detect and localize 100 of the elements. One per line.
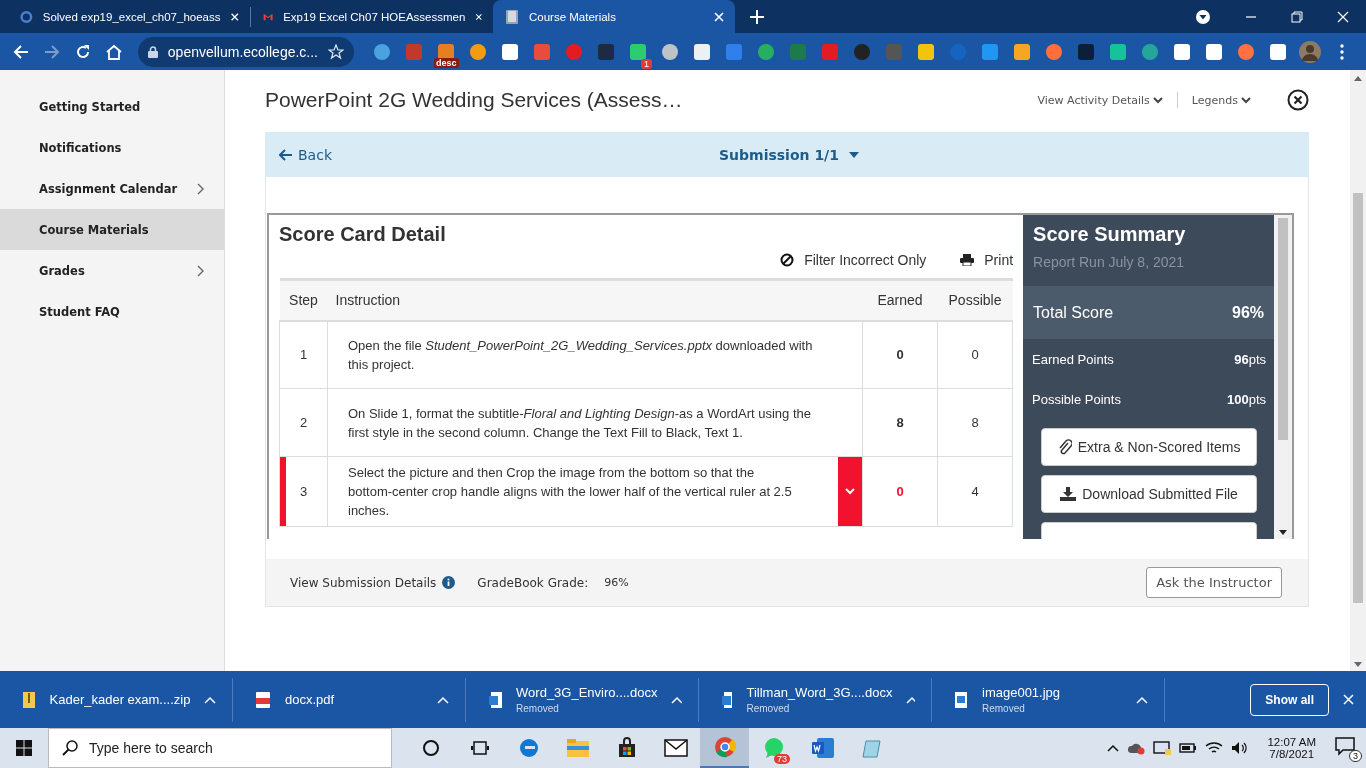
clock[interactable]: 12:07 AM 7/8/2021 bbox=[1267, 736, 1316, 760]
notification-badge: 73 bbox=[774, 754, 790, 764]
dropdown-link[interactable]: Legends bbox=[1191, 93, 1251, 107]
word-file-icon bbox=[488, 690, 503, 709]
instruction-text: On Slide 1, format the subtitle-Floral and Lighting Design-as a WordArt using the first style in the second column. Change the Text Fill to Black, Text 1. bbox=[348, 404, 812, 442]
sidebar-item[interactable]: Student FAQ bbox=[0, 291, 224, 332]
folder-icon bbox=[565, 738, 590, 758]
star-icon[interactable] bbox=[328, 43, 344, 60]
dropdown-link[interactable]: View Activity Details bbox=[1037, 93, 1163, 107]
extension-icon[interactable] bbox=[693, 42, 711, 61]
summary-button[interactable]: Download Submitted File bbox=[1041, 475, 1258, 513]
details-link[interactable]: View Submission Details bbox=[290, 575, 437, 590]
sidebar-item[interactable]: Grades bbox=[0, 250, 224, 291]
browser-tab[interactable]: Course Materials bbox=[493, 0, 735, 33]
extension-icon[interactable] bbox=[661, 42, 679, 61]
download-item[interactable]: Tillman_Word_3G....docx Removed bbox=[699, 677, 932, 722]
table-cell: 1 bbox=[279, 320, 328, 389]
grade-value: 96% bbox=[604, 576, 629, 590]
extension-icon[interactable] bbox=[501, 42, 519, 61]
browser-tab[interactable]: Exp19 Excel Ch07 HOEAssessmen bbox=[251, 0, 493, 33]
scroll-down-icon[interactable] bbox=[1279, 530, 1288, 536]
extension-icon[interactable] bbox=[469, 42, 487, 61]
battery-icon[interactable] bbox=[1179, 742, 1198, 754]
extension-badge: 1 bbox=[641, 58, 652, 69]
download-item[interactable]: Kader_kader exam....zip bbox=[0, 677, 233, 722]
download-item[interactable]: docx.pdf bbox=[233, 677, 466, 722]
word-file-icon bbox=[721, 690, 733, 709]
column-header: Step bbox=[279, 279, 328, 321]
notepad-icon bbox=[860, 737, 883, 759]
submission-dropdown[interactable]: Submission 1/1 bbox=[719, 146, 859, 163]
book-icon bbox=[505, 8, 519, 25]
home-icon[interactable] bbox=[105, 43, 124, 60]
browser-tab[interactable]: Solved exp19_excel_ch07_hoeass bbox=[8, 0, 250, 33]
extension-icon[interactable] bbox=[1013, 42, 1031, 61]
points-label: Possible Points bbox=[1032, 391, 1121, 407]
sidebar-item[interactable]: Course Materials bbox=[0, 209, 224, 250]
table-cell: 8 bbox=[862, 388, 938, 457]
monitor-icon[interactable] bbox=[1153, 740, 1172, 756]
report-date: Report Run July 8, 2021 bbox=[1032, 253, 1186, 272]
notification-count: 3 bbox=[1349, 750, 1362, 762]
sidebar-item[interactable]: Notifications bbox=[0, 127, 224, 168]
extension-icon[interactable] bbox=[1173, 42, 1191, 61]
restore-icon[interactable] bbox=[1291, 10, 1303, 23]
reload-icon[interactable] bbox=[75, 43, 92, 60]
extension-icon[interactable] bbox=[1269, 42, 1287, 61]
extension-icon[interactable] bbox=[437, 42, 455, 61]
cloud-icon[interactable] bbox=[1127, 741, 1146, 755]
table-cell: 0 bbox=[862, 320, 938, 389]
extension-label: desc bbox=[434, 57, 459, 68]
column-header: Instruction bbox=[327, 279, 863, 321]
scrollbar-thumb[interactable] bbox=[1278, 218, 1289, 440]
download-item[interactable]: image001.jpg Removed bbox=[932, 677, 1165, 722]
search-field[interactable]: Type here to search bbox=[48, 728, 392, 768]
info-icon[interactable] bbox=[442, 576, 456, 590]
ask-instructor-button[interactable]: Ask the Instructor bbox=[1146, 567, 1282, 599]
arrow-left-icon bbox=[279, 148, 293, 161]
plus-icon[interactable] bbox=[749, 9, 765, 25]
paperclip-icon bbox=[1057, 439, 1072, 455]
document-icon bbox=[810, 737, 835, 759]
back-link[interactable]: Back bbox=[279, 146, 719, 163]
avatar-icon[interactable] bbox=[1299, 40, 1321, 63]
back-icon[interactable] bbox=[13, 43, 30, 60]
scroll-up-icon[interactable] bbox=[1354, 76, 1362, 81]
close-icon[interactable] bbox=[230, 10, 240, 23]
sidebar-item[interactable]: Getting Started bbox=[0, 86, 224, 127]
download-item[interactable]: Word_3G_Enviro....docx Removed bbox=[466, 677, 699, 722]
printer-icon[interactable] bbox=[960, 254, 975, 266]
extension-icon[interactable] bbox=[917, 42, 935, 61]
envelope-icon bbox=[663, 739, 688, 757]
lock-icon bbox=[147, 45, 158, 58]
filter-link[interactable]: Filter Incorrect Only bbox=[804, 252, 927, 268]
column-header: Possible bbox=[937, 279, 1013, 321]
chevron-up-icon[interactable] bbox=[1107, 744, 1120, 752]
section-title: Score Card Detail bbox=[279, 223, 447, 246]
total-label: Total Score bbox=[1033, 303, 1114, 322]
instruction-text: Select the picture and then Crop the image from the bottom so that the bottom-center crop handle aligns with the lower half of the vertical ruler at 2.5 inches. bbox=[348, 464, 793, 520]
wifi-icon[interactable] bbox=[1205, 741, 1224, 755]
more-icon[interactable] bbox=[1340, 43, 1344, 60]
sidebar-item[interactable]: Assignment Calendar bbox=[0, 168, 224, 209]
extension-icon[interactable] bbox=[1205, 42, 1223, 61]
dropdown-icon[interactable] bbox=[1195, 8, 1211, 25]
download-icon bbox=[1060, 487, 1077, 501]
scrollbar-thumb[interactable] bbox=[1353, 193, 1363, 603]
chevron-down-icon bbox=[1152, 96, 1163, 104]
close-icon[interactable] bbox=[1287, 89, 1309, 111]
image-file-icon bbox=[954, 690, 968, 709]
show-all-button[interactable]: Show all bbox=[1250, 683, 1329, 716]
chevron-down-icon bbox=[845, 488, 855, 495]
summary-button[interactable]: Extra & Non-Scored Items bbox=[1041, 428, 1258, 466]
windows-logo-icon[interactable] bbox=[16, 740, 32, 756]
extension-icon[interactable] bbox=[629, 42, 647, 61]
pdf-file-icon bbox=[255, 690, 271, 709]
address-bar[interactable]: openvellum.ecollege.c... bbox=[137, 36, 354, 67]
points-label: Earned Points bbox=[1032, 351, 1114, 367]
table-cell: 4 bbox=[937, 456, 1013, 527]
extension-icon[interactable] bbox=[1109, 42, 1127, 61]
no-entry-icon[interactable] bbox=[780, 253, 795, 267]
print-link[interactable]: Print bbox=[984, 252, 1014, 268]
speaker-icon[interactable] bbox=[1231, 741, 1250, 755]
points-value: 100pts bbox=[1227, 391, 1267, 407]
